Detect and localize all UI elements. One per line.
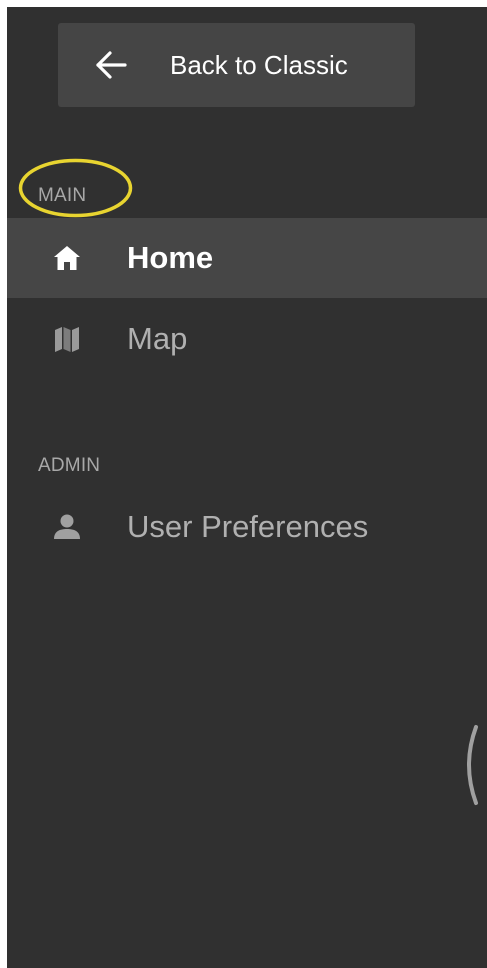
chevron-left-icon[interactable]	[454, 723, 480, 807]
map-icon	[55, 327, 79, 352]
home-icon	[54, 246, 80, 270]
sidebar-item-home[interactable]: Home	[7, 218, 487, 298]
sidebar-item-user-preferences[interactable]: User Preferences	[7, 487, 487, 567]
section-header-admin: ADMIN	[38, 455, 101, 476]
back-to-classic-button[interactable]: Back to Classic	[58, 23, 415, 107]
arrow-left-icon	[96, 51, 127, 79]
sidebar-item-user-preferences-label: User Preferences	[127, 509, 369, 544]
sidebar-item-map[interactable]: Map	[7, 299, 487, 379]
sidebar: Back to Classic MAIN Home Map ADMIN User…	[7, 7, 487, 968]
sidebar-item-map-label: Map	[127, 321, 188, 356]
section-header-main: MAIN	[38, 185, 87, 206]
sidebar-item-home-label: Home	[127, 240, 214, 275]
user-icon	[54, 514, 80, 539]
back-to-classic-label: Back to Classic	[170, 50, 348, 80]
